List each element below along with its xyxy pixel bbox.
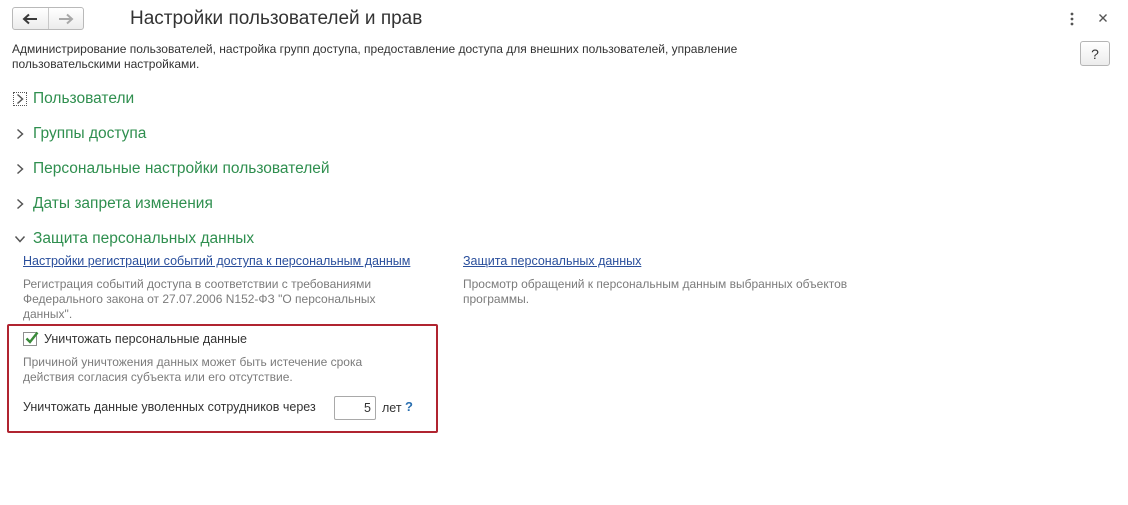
destroy-personal-data-label: Уничтожать персональные данные — [44, 332, 247, 346]
settings-page: Настройки пользователей и прав Администр… — [0, 0, 1128, 505]
more-vertical-icon[interactable] — [1066, 10, 1078, 28]
section-users[interactable]: Пользователи — [13, 90, 134, 108]
arrow-right-icon — [58, 13, 74, 24]
arrow-left-icon — [22, 13, 38, 24]
section-personal-data-protection[interactable]: Защита персональных данных — [13, 230, 254, 248]
section-label: Пользователи — [33, 90, 135, 107]
page-description: Администрирование пользователей, настрой… — [12, 42, 738, 71]
page-title: Настройки пользователей и прав — [130, 8, 423, 29]
chevron-right-icon — [13, 197, 27, 211]
destroy-data-hint: Причиной уничтожения данных может быть и… — [23, 355, 363, 384]
chevron-down-icon — [13, 232, 27, 246]
section-access-groups[interactable]: Группы доступа — [13, 125, 146, 143]
section-personal-settings[interactable]: Персональные настройки пользователей — [13, 160, 330, 178]
back-button[interactable] — [13, 8, 48, 29]
events-settings-link[interactable]: Настройки регистрации событий доступа к … — [23, 254, 410, 268]
dismissed-help-link[interactable]: ? — [405, 399, 413, 414]
section-label: Персональные настройки пользователей — [33, 160, 330, 177]
navigation-buttons — [12, 7, 84, 30]
section-label: Даты запрета изменения — [33, 195, 213, 212]
dismissed-employees-label: Уничтожать данные уволенных сотрудников … — [23, 400, 316, 414]
help-button[interactable]: ? — [1080, 41, 1110, 66]
chevron-right-icon — [13, 127, 27, 141]
forward-button[interactable] — [47, 8, 84, 29]
dismissed-years-input[interactable] — [334, 396, 376, 420]
years-unit-label: лет — [382, 401, 402, 415]
section-change-prohibition-dates[interactable]: Даты запрета изменения — [13, 195, 213, 213]
section-label: Группы доступа — [33, 125, 147, 142]
destroy-personal-data-checkbox[interactable] — [23, 331, 39, 346]
personal-data-protection-link[interactable]: Защита персональных данных — [463, 254, 641, 268]
checkmark-icon — [25, 331, 39, 344]
events-settings-hint: Регистрация событий доступа в соответств… — [23, 277, 376, 321]
section-label: Защита персональных данных — [33, 230, 255, 247]
chevron-right-icon — [13, 162, 27, 176]
close-icon[interactable] — [1096, 11, 1110, 25]
personal-data-protection-hint: Просмотр обращений к персональным данным… — [463, 277, 848, 306]
chevron-right-icon — [13, 92, 27, 106]
